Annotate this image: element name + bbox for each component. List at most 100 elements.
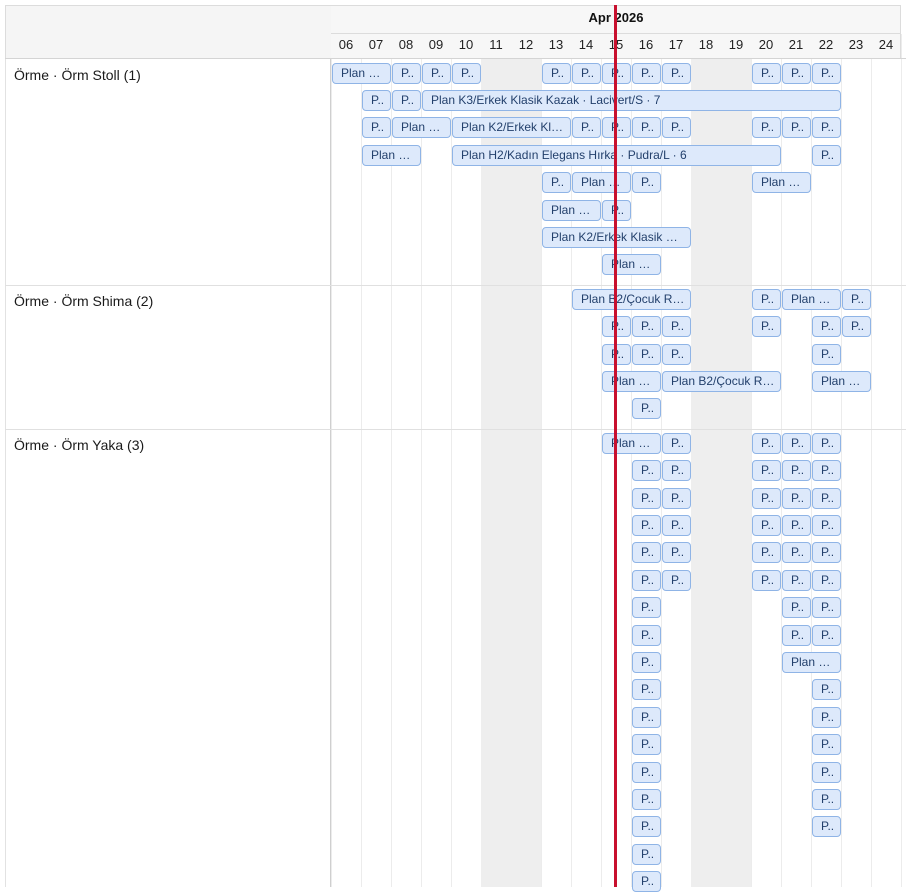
task-bar[interactable]: P.. <box>812 488 841 509</box>
task-bar[interactable]: P.. <box>632 789 661 810</box>
task-bar[interactable]: P.. <box>632 542 661 563</box>
task-bar[interactable]: P.. <box>632 398 661 419</box>
task-bar[interactable]: P.. <box>392 63 421 84</box>
task-bar[interactable]: P.. <box>782 597 811 618</box>
task-bar[interactable]: Plan … <box>362 145 421 166</box>
task-bar[interactable]: P.. <box>572 63 601 84</box>
task-bar[interactable]: P.. <box>662 488 691 509</box>
task-bar[interactable]: P.. <box>662 117 691 138</box>
task-bar[interactable]: Plan … <box>572 172 631 193</box>
task-bar[interactable]: P.. <box>812 762 841 783</box>
task-bar[interactable]: P.. <box>782 515 811 536</box>
task-bar[interactable]: P.. <box>752 542 781 563</box>
task-bar[interactable]: Plan B2/Çocuk R… <box>662 371 781 392</box>
task-bar[interactable]: P.. <box>752 117 781 138</box>
task-bar[interactable]: P.. <box>812 63 841 84</box>
task-bar[interactable]: P.. <box>812 515 841 536</box>
task-bar[interactable]: Plan … <box>602 433 661 454</box>
task-bar[interactable]: P.. <box>632 117 661 138</box>
task-bar[interactable]: Plan … <box>752 172 811 193</box>
task-bar[interactable]: P.. <box>812 625 841 646</box>
task-bar[interactable]: P.. <box>632 871 661 892</box>
task-bar[interactable]: P.. <box>662 515 691 536</box>
task-bar[interactable]: P.. <box>632 460 661 481</box>
task-bar[interactable]: P.. <box>662 316 691 337</box>
task-bar[interactable]: P.. <box>632 63 661 84</box>
task-bar[interactable]: P.. <box>782 63 811 84</box>
task-bar[interactable]: P.. <box>362 117 391 138</box>
task-bar[interactable]: Plan K3/Erkek Klasik Kazak · Lacivert/S … <box>422 90 841 111</box>
task-bar[interactable]: P.. <box>782 433 811 454</box>
task-bar[interactable]: P.. <box>632 597 661 618</box>
task-bar[interactable]: P.. <box>812 433 841 454</box>
task-bar[interactable]: P.. <box>842 316 871 337</box>
task-bar[interactable]: P.. <box>632 316 661 337</box>
task-bar[interactable]: P.. <box>662 63 691 84</box>
task-bar[interactable]: P.. <box>632 844 661 865</box>
task-bar[interactable]: P.. <box>812 679 841 700</box>
task-bar[interactable]: P.. <box>632 652 661 673</box>
task-bar[interactable]: P.. <box>812 789 841 810</box>
task-bar[interactable]: P.. <box>812 734 841 755</box>
task-bar[interactable]: Plan … <box>602 254 661 275</box>
task-bar[interactable]: P.. <box>632 488 661 509</box>
task-bar[interactable]: P.. <box>632 734 661 755</box>
task-bar[interactable]: P.. <box>632 570 661 591</box>
task-bar[interactable]: P.. <box>362 90 391 111</box>
task-bar[interactable]: P.. <box>422 63 451 84</box>
task-bar[interactable]: P.. <box>752 570 781 591</box>
task-bar[interactable]: Plan B2/Çocuk R… <box>572 289 691 310</box>
task-bar[interactable]: P.. <box>632 172 661 193</box>
task-bar[interactable]: P.. <box>782 117 811 138</box>
task-bar[interactable]: P.. <box>812 344 841 365</box>
task-bar[interactable]: P.. <box>752 316 781 337</box>
task-bar[interactable]: P.. <box>662 344 691 365</box>
task-bar[interactable]: P.. <box>632 515 661 536</box>
task-bar[interactable]: Plan … <box>782 289 841 310</box>
task-bar[interactable]: P.. <box>752 433 781 454</box>
task-bar[interactable]: P.. <box>752 63 781 84</box>
task-bar[interactable]: P.. <box>632 707 661 728</box>
task-bar[interactable]: P.. <box>392 90 421 111</box>
task-bar[interactable]: P.. <box>662 542 691 563</box>
task-bar[interactable]: P.. <box>752 289 781 310</box>
task-bar[interactable]: P.. <box>632 344 661 365</box>
task-bar[interactable]: P.. <box>812 707 841 728</box>
task-bar[interactable]: P.. <box>632 762 661 783</box>
task-bar[interactable]: Plan K2/Erkek Kl… <box>452 117 571 138</box>
task-bar[interactable]: P.. <box>452 63 481 84</box>
task-bar[interactable]: P.. <box>782 488 811 509</box>
task-bar[interactable]: P.. <box>752 460 781 481</box>
task-bar[interactable]: P.. <box>782 542 811 563</box>
task-bar[interactable]: P.. <box>632 816 661 837</box>
task-bar[interactable]: P.. <box>752 515 781 536</box>
task-bar[interactable]: P.. <box>812 542 841 563</box>
task-bar[interactable]: P.. <box>782 625 811 646</box>
task-bar[interactable]: Plan … <box>782 652 841 673</box>
task-bar[interactable]: P.. <box>782 570 811 591</box>
task-bar[interactable]: P.. <box>782 460 811 481</box>
task-bar[interactable]: Plan … <box>542 200 601 221</box>
task-bar[interactable]: P.. <box>752 488 781 509</box>
task-bar[interactable]: Plan … <box>392 117 451 138</box>
task-bar[interactable]: P.. <box>842 289 871 310</box>
task-bar[interactable]: P.. <box>812 460 841 481</box>
task-bar[interactable]: P.. <box>812 117 841 138</box>
task-bar[interactable]: Plan … <box>812 371 871 392</box>
task-bar[interactable]: P.. <box>812 145 841 166</box>
task-bar[interactable]: P.. <box>812 316 841 337</box>
task-bar[interactable]: Plan … <box>332 63 391 84</box>
task-bar[interactable]: P.. <box>812 816 841 837</box>
task-bar[interactable]: P.. <box>662 460 691 481</box>
task-bar[interactable]: P.. <box>632 625 661 646</box>
task-bar[interactable]: P.. <box>812 570 841 591</box>
task-bar[interactable]: P.. <box>542 63 571 84</box>
task-bar[interactable]: P.. <box>572 117 601 138</box>
resource-column-header <box>5 5 331 59</box>
task-bar[interactable]: P.. <box>662 433 691 454</box>
task-bar[interactable]: P.. <box>542 172 571 193</box>
task-bar[interactable]: P.. <box>812 597 841 618</box>
task-bar[interactable]: Plan … <box>602 371 661 392</box>
task-bar[interactable]: P.. <box>632 679 661 700</box>
task-bar[interactable]: P.. <box>662 570 691 591</box>
